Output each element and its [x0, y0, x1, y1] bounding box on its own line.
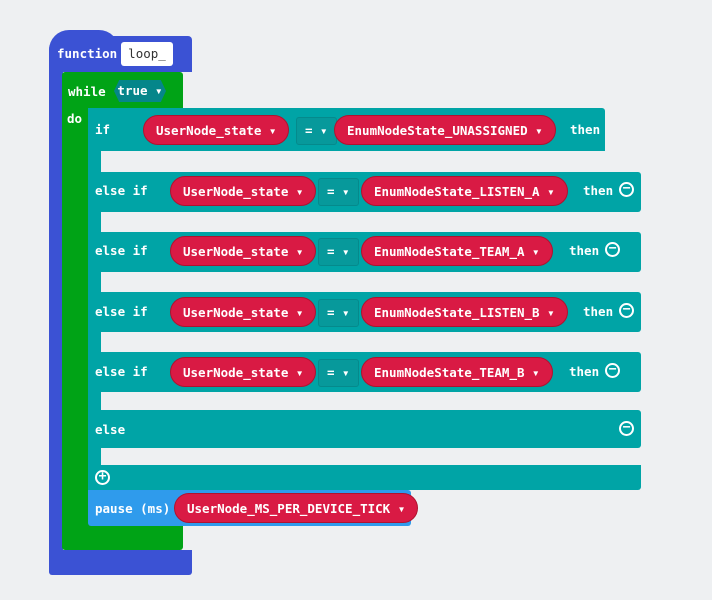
value-dropdown[interactable]: EnumNodeState_UNASSIGNED ▾	[334, 115, 556, 145]
operator-dropdown[interactable]: = ▾	[318, 299, 359, 327]
function-keyword: function	[57, 46, 118, 61]
variable-dropdown[interactable]: UserNode_state ▾	[143, 115, 290, 145]
else-if-keyword: else if	[95, 364, 148, 379]
operator-dropdown[interactable]: = ▾	[318, 359, 359, 387]
else-if-keyword: else if	[95, 183, 148, 198]
if-keyword: if	[95, 122, 111, 137]
variable-dropdown[interactable]: UserNode_state ▾	[170, 297, 317, 327]
pause-label: pause (ms)	[95, 501, 171, 516]
function-footer	[49, 550, 192, 575]
while-keyword: while	[68, 84, 106, 99]
then-label: then	[583, 304, 614, 319]
remove-branch-icon[interactable]: −	[619, 303, 634, 318]
remove-else-icon[interactable]: −	[619, 421, 634, 436]
variable-dropdown[interactable]: UserNode_state ▾	[170, 357, 317, 387]
function-body	[49, 70, 63, 555]
function-name-field[interactable]: loop_	[121, 42, 173, 66]
else-row[interactable]	[88, 410, 641, 448]
then-label: then	[583, 183, 614, 198]
operator-dropdown[interactable]: = ▾	[318, 238, 359, 266]
else-if-keyword: else if	[95, 304, 148, 319]
operator-dropdown[interactable]: = ▾	[318, 178, 359, 206]
value-dropdown[interactable]: EnumNodeState_LISTEN_A ▾	[361, 176, 568, 206]
do-label: do	[67, 111, 83, 126]
value-dropdown[interactable]: EnumNodeState_LISTEN_B ▾	[361, 297, 568, 327]
then-label: then	[569, 243, 600, 258]
operator-dropdown[interactable]: = ▾	[296, 117, 337, 145]
if-footer	[88, 465, 641, 490]
else-keyword: else	[95, 422, 126, 437]
variable-dropdown[interactable]: UserNode_state ▾	[170, 176, 317, 206]
then-label: then	[569, 364, 600, 379]
pause-value-dropdown[interactable]: UserNode_MS_PER_DEVICE_TICK ▾	[174, 493, 419, 523]
value-dropdown[interactable]: EnumNodeState_TEAM_B ▾	[361, 357, 553, 387]
variable-dropdown[interactable]: UserNode_state ▾	[170, 236, 317, 266]
add-branch-icon[interactable]: +	[95, 470, 110, 485]
then-label: then	[570, 122, 601, 137]
else-if-keyword: else if	[95, 243, 148, 258]
value-dropdown[interactable]: EnumNodeState_TEAM_A ▾	[361, 236, 553, 266]
while-condition-dropdown[interactable]: true ▾	[114, 80, 166, 102]
while-body	[62, 108, 89, 528]
remove-branch-icon[interactable]: −	[605, 242, 620, 257]
remove-branch-icon[interactable]: −	[605, 363, 620, 378]
while-footer	[62, 525, 183, 550]
remove-branch-icon[interactable]: −	[619, 182, 634, 197]
